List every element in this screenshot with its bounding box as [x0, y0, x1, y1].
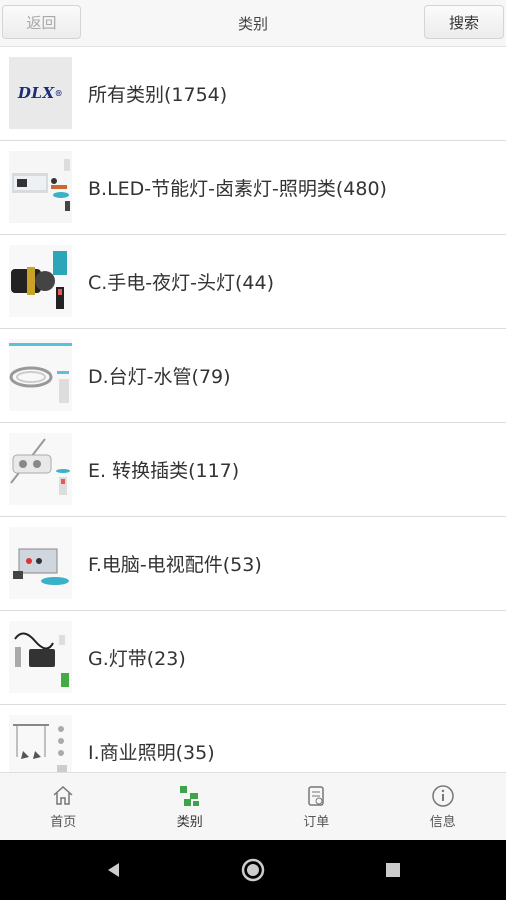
category-row-led[interactable]: B.LED-节能灯-卤素灯-照明类(480) — [0, 141, 506, 235]
category-icon — [179, 786, 199, 806]
led-product-thumbnail — [9, 151, 72, 223]
category-label: C.手电-夜灯-头灯(44) — [88, 272, 275, 294]
tab-label: 信息 — [429, 815, 456, 830]
category-label: G.灯带(23) — [88, 648, 186, 670]
category-row-desk-lamp[interactable]: D.台灯-水管(79) — [0, 329, 506, 423]
category-label: B.LED-节能灯-卤素灯-照明类(480) — [88, 178, 387, 200]
bottom-tab-bar: 首页 类别 订单 信息 — [0, 772, 506, 841]
android-nav-bar — [0, 840, 506, 900]
category-list: DLX® 所有类别(1754) B.LED-节能灯-卤素灯-照明类(480) — [0, 47, 506, 772]
category-label: F.电脑-电视配件(53) — [88, 554, 262, 576]
category-label: I.商业照明(35) — [88, 742, 215, 764]
recents-square-icon[interactable] — [363, 840, 423, 900]
computer-accessory-thumbnail — [9, 527, 72, 599]
power-strip-thumbnail — [9, 433, 72, 505]
home-icon — [53, 785, 73, 805]
category-row-light-strip[interactable]: G.灯带(23) — [0, 611, 506, 705]
category-row-computer-tv[interactable]: F.电脑-电视配件(53) — [0, 517, 506, 611]
light-strip-thumbnail — [9, 621, 72, 693]
tab-home[interactable]: 首页 — [0, 773, 127, 841]
search-button[interactable]: 搜索 — [424, 5, 504, 39]
category-label: E. 转换插类(117) — [88, 460, 240, 482]
category-row-all[interactable]: DLX ® 所有类别(1754) — [0, 47, 506, 141]
tab-label: 类别 — [176, 815, 203, 830]
category-row-flashlight[interactable]: C.手电-夜灯-头灯(44) — [0, 235, 506, 329]
tab-info[interactable]: 信息 — [380, 773, 506, 841]
category-label: D.台灯-水管(79) — [88, 366, 231, 388]
category-row-commercial[interactable]: I.商业照明(35) — [0, 705, 506, 772]
tab-label: 订单 — [303, 815, 330, 830]
commercial-lighting-thumbnail — [9, 715, 72, 772]
tab-label: 首页 — [50, 815, 77, 830]
home-circle-icon[interactable] — [223, 840, 283, 900]
order-icon — [308, 786, 324, 806]
category-row-adapter[interactable]: E. 转换插类(117) — [0, 423, 506, 517]
top-bar: 返回 类别 搜索 — [0, 0, 506, 47]
back-triangle-icon[interactable] — [84, 840, 144, 900]
dlx-logo: DLX ® — [9, 57, 72, 129]
category-label: 所有类别(1754) — [88, 84, 228, 106]
led-tube-thumbnail — [9, 339, 72, 411]
tab-order[interactable]: 订单 — [253, 773, 380, 841]
info-icon — [432, 785, 454, 807]
flashlight-thumbnail — [9, 245, 72, 317]
tab-category[interactable]: 类别 — [127, 773, 254, 841]
